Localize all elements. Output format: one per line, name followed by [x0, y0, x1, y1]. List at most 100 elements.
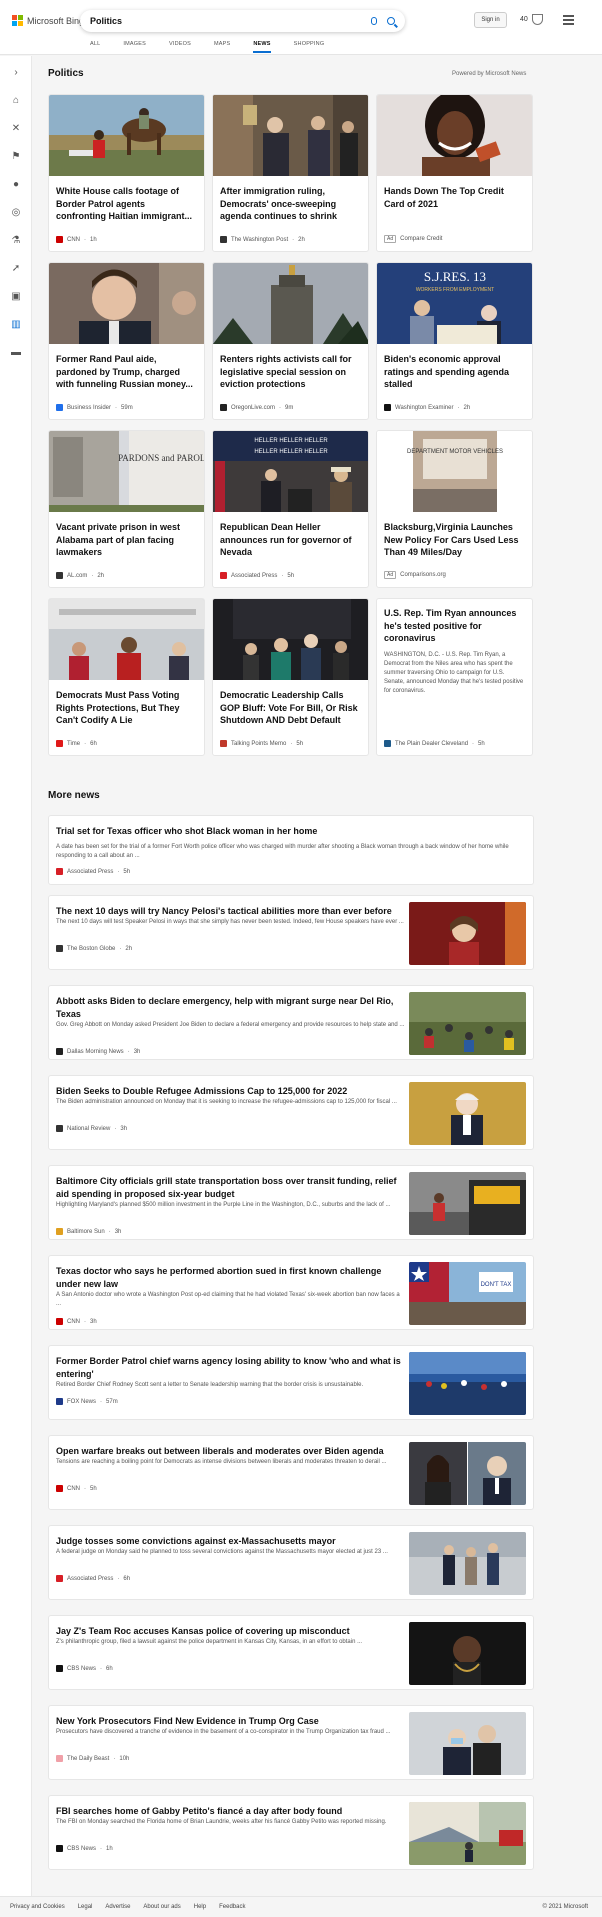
card-source: AL.com · 2h: [56, 572, 104, 579]
card-title[interactable]: U.S. Rep. Tim Ryan announces he's tested…: [377, 599, 532, 645]
expand-chevron-icon[interactable]: ›: [10, 66, 22, 78]
footer-link-feedback[interactable]: Feedback: [219, 1904, 245, 1910]
news-card[interactable]: HELLER HELLER HELLER HELLER HELLER HELLER…: [212, 430, 369, 588]
microphone-icon[interactable]: [371, 17, 377, 25]
news-title[interactable]: New York Prosecutors Find New Evidence i…: [56, 1715, 406, 1728]
news-card[interactable]: S.J.RES. 13 WORKERS FROM EMPLOYMENT Biden…: [376, 262, 533, 420]
sign-in-button[interactable]: Sign in: [474, 12, 507, 28]
news-title[interactable]: Open warfare breaks out between liberals…: [56, 1445, 406, 1458]
news-card[interactable]: Former Rand Paul aide, pardoned by Trump…: [48, 262, 205, 420]
card-title[interactable]: Renters rights activists call for legisl…: [213, 344, 368, 396]
news-thumbnail: [409, 902, 526, 965]
news-card[interactable]: Democratic Leadership Calls GOP Bluff: V…: [212, 598, 369, 756]
news-title[interactable]: Judge tosses some convictions against ex…: [56, 1535, 406, 1548]
card-title[interactable]: After immigration ruling, Democrats' onc…: [213, 176, 368, 228]
search-box[interactable]: Politics: [80, 10, 405, 32]
news-title[interactable]: FBI searches home of Gabby Petito's fian…: [56, 1805, 406, 1818]
card-image: [213, 95, 368, 176]
card-snippet: WASHINGTON, D.C. - U.S. Rep. Tim Ryan, a…: [384, 651, 524, 694]
news-card[interactable]: PARDONS and PAROLES Vacant private priso…: [48, 430, 205, 588]
bing-logo[interactable]: Microsoft Bing: [12, 15, 84, 26]
tab-images[interactable]: IMAGES: [123, 41, 146, 53]
news-list-item[interactable]: Judge tosses some convictions against ex…: [48, 1525, 534, 1600]
ad-card[interactable]: Hands Down The Top Credit Card of 2021 A…: [376, 94, 533, 252]
news-title[interactable]: Jay Z's Team Roc accuses Kansas police o…: [56, 1625, 406, 1638]
oregonlive-logo-icon: [220, 404, 227, 411]
globe-icon[interactable]: ◎: [10, 206, 22, 218]
card-source: Business Insider · 59m: [56, 404, 133, 411]
trophy-icon: [531, 14, 543, 25]
money-icon[interactable]: ▬: [10, 346, 22, 358]
news-card-text[interactable]: U.S. Rep. Tim Ryan announces he's tested…: [376, 598, 533, 756]
card-title[interactable]: Blacksburg,Virginia Launches New Policy …: [377, 512, 532, 564]
news-snippet: Highlighting Maryland's planned $500 mil…: [56, 1202, 391, 1208]
news-card[interactable]: Democrats Must Pass Voting Rights Protec…: [48, 598, 205, 756]
al-com-logo-icon: [56, 572, 63, 579]
politics-building-icon[interactable]: ▥: [10, 318, 22, 330]
card-source: Washington Examiner · 2h: [384, 404, 470, 411]
tools-icon[interactable]: ✕: [10, 122, 22, 134]
news-list-item[interactable]: Trial set for Texas officer who shot Bla…: [48, 815, 534, 885]
search-input[interactable]: Politics: [90, 16, 371, 26]
news-snippet: The FBI on Monday searched the Florida h…: [56, 1819, 387, 1825]
news-title[interactable]: The next 10 days will try Nancy Pelosi's…: [56, 905, 406, 918]
news-list-item[interactable]: Jay Z's Team Roc accuses Kansas police o…: [48, 1615, 534, 1690]
tab-all[interactable]: ALL: [90, 41, 100, 53]
card-title[interactable]: Democratic Leadership Calls GOP Bluff: V…: [213, 680, 368, 732]
news-list-item[interactable]: Abbott asks Biden to declare emergency, …: [48, 985, 534, 1060]
ad-card[interactable]: DEPARTMENT MOTOR VEHICLES Blacksburg,Vir…: [376, 430, 533, 588]
rewards-button[interactable]: 40: [520, 14, 543, 25]
hamburger-menu-icon[interactable]: [563, 15, 574, 27]
card-title[interactable]: White House calls footage of Border Patr…: [49, 176, 204, 228]
news-title[interactable]: Texas doctor who says he performed abort…: [56, 1265, 406, 1290]
news-list-item[interactable]: The next 10 days will try Nancy Pelosi's…: [48, 895, 534, 970]
news-snippet: Tensions are reaching a boiling point fo…: [56, 1459, 387, 1465]
location-pin-icon[interactable]: ●: [10, 178, 22, 190]
card-title[interactable]: Republican Dean Heller announces run for…: [213, 512, 368, 564]
cbs-news-logo-icon: [56, 1665, 63, 1672]
news-card[interactable]: White House calls footage of Border Patr…: [48, 94, 205, 252]
news-title[interactable]: Baltimore City officials grill state tra…: [56, 1175, 406, 1200]
news-list-item[interactable]: FBI searches home of Gabby Petito's fian…: [48, 1795, 534, 1870]
search-icon[interactable]: [387, 17, 395, 25]
logo-text: Microsoft Bing: [27, 15, 85, 26]
news-title[interactable]: Abbott asks Biden to declare emergency, …: [56, 995, 406, 1020]
news-list-item[interactable]: New York Prosecutors Find New Evidence i…: [48, 1705, 534, 1780]
side-navigation: › ⌂ ✕ ⚑ ● ◎ ⚗ ➚ ▣ ▥ ▬: [0, 56, 32, 1896]
footer-link-help[interactable]: Help: [194, 1904, 206, 1910]
card-title[interactable]: Hands Down The Top Credit Card of 2021: [377, 176, 532, 228]
news-title[interactable]: Trial set for Texas officer who shot Bla…: [56, 825, 526, 838]
home-icon[interactable]: ⌂: [10, 94, 22, 106]
card-source: OregonLive.com · 9m: [220, 404, 293, 411]
footer-link-legal[interactable]: Legal: [78, 1904, 93, 1910]
card-title[interactable]: Former Rand Paul aide, pardoned by Trump…: [49, 344, 204, 396]
news-thumbnail: [409, 1532, 526, 1595]
card-image: S.J.RES. 13 WORKERS FROM EMPLOYMENT: [377, 263, 532, 344]
flag-icon[interactable]: ⚑: [10, 150, 22, 162]
flask-icon[interactable]: ⚗: [10, 234, 22, 246]
footer-link-advertise[interactable]: Advertise: [105, 1904, 130, 1910]
news-card[interactable]: After immigration ruling, Democrats' onc…: [212, 94, 369, 252]
tab-maps[interactable]: MAPS: [214, 41, 230, 53]
card-title[interactable]: Democrats Must Pass Voting Rights Protec…: [49, 680, 204, 732]
news-snippet: A San Antonio doctor who wrote a Washing…: [56, 1292, 400, 1307]
card-title[interactable]: Vacant private prison in west Alabama pa…: [49, 512, 204, 564]
news-card[interactable]: Renters rights activists call for legisl…: [212, 262, 369, 420]
news-list-item[interactable]: Texas doctor who says he performed abort…: [48, 1255, 534, 1330]
news-list-item[interactable]: Former Border Patrol chief warns agency …: [48, 1345, 534, 1420]
plain-dealer-logo-icon: [384, 740, 391, 747]
footer-link-privacy[interactable]: Privacy and Cookies: [10, 1904, 65, 1910]
dallas-news-logo-icon: [56, 1048, 63, 1055]
news-list-item[interactable]: Open warfare breaks out between liberals…: [48, 1435, 534, 1510]
card-title[interactable]: Biden's economic approval ratings and sp…: [377, 344, 532, 396]
tab-news[interactable]: NEWS: [253, 41, 271, 53]
video-icon[interactable]: ▣: [10, 290, 22, 302]
tab-shopping[interactable]: SHOPPING: [294, 41, 325, 53]
news-list-item[interactable]: Baltimore City officials grill state tra…: [48, 1165, 534, 1240]
news-title[interactable]: Biden Seeks to Double Refugee Admissions…: [56, 1085, 406, 1098]
rocket-icon[interactable]: ➚: [10, 262, 22, 274]
footer-link-about-ads[interactable]: About our ads: [143, 1904, 180, 1910]
tab-videos[interactable]: VIDEOS: [169, 41, 191, 53]
news-title[interactable]: Former Border Patrol chief warns agency …: [56, 1355, 406, 1380]
news-list-item[interactable]: Biden Seeks to Double Refugee Admissions…: [48, 1075, 534, 1150]
